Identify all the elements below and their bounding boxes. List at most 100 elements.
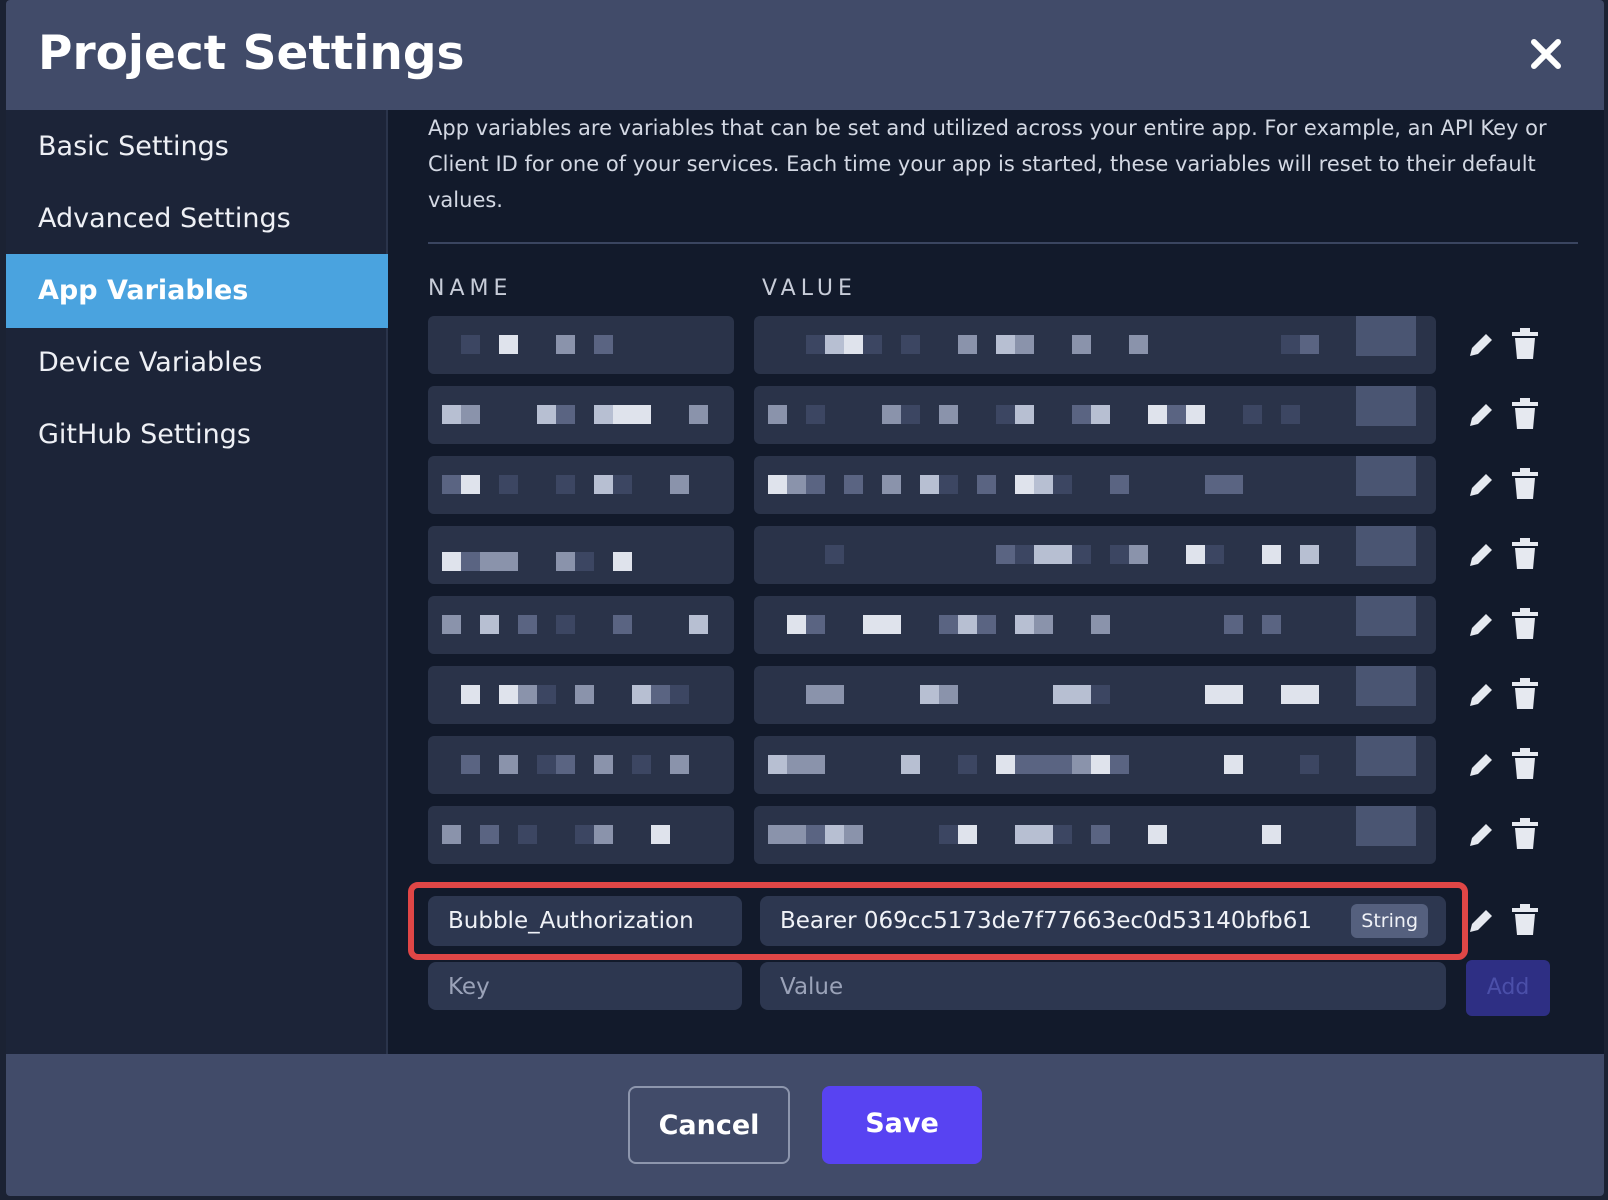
trash-icon (1512, 818, 1538, 849)
redaction-pixel (996, 545, 1015, 564)
redaction-pixel (863, 335, 882, 354)
redacted-type-badge (1356, 316, 1416, 356)
redaction-pixel (689, 405, 708, 424)
save-button[interactable]: Save (822, 1086, 982, 1164)
variable-value-field[interactable]: Bearer 069cc5173de7f77663ec0d53140bfb61 … (760, 896, 1446, 946)
sidebar-item-app-variables[interactable]: App Variables (6, 254, 388, 328)
delete-button[interactable] (1508, 902, 1542, 936)
redaction-pixel (442, 825, 461, 844)
redaction-pixel (958, 825, 977, 844)
redaction-pixel (499, 552, 518, 571)
redaction-pixel (1091, 615, 1110, 634)
delete-button[interactable] (1508, 396, 1542, 430)
close-icon (1531, 39, 1561, 69)
redaction-pixel (1205, 475, 1224, 494)
redaction-pixel (480, 552, 499, 571)
redaction-pixel (1034, 475, 1053, 494)
delete-button[interactable] (1508, 536, 1542, 570)
redacted-value (754, 666, 1436, 724)
edit-button[interactable] (1464, 468, 1498, 502)
redaction-pixel (1110, 545, 1129, 564)
edit-button[interactable] (1464, 398, 1498, 432)
redaction-pixel (594, 825, 613, 844)
redacted-value (754, 316, 1436, 374)
redaction-pixel (461, 475, 480, 494)
redaction-pixel (1148, 825, 1167, 844)
new-value-input[interactable]: Value (760, 962, 1446, 1010)
pencil-icon (1470, 754, 1492, 776)
variable-key-field[interactable]: Bubble_Authorization (428, 896, 742, 946)
redaction-pixel (787, 825, 806, 844)
redaction-pixel (901, 335, 920, 354)
edit-button[interactable] (1464, 748, 1498, 782)
redaction-pixel (806, 335, 825, 354)
redaction-pixel (1053, 825, 1072, 844)
edit-button[interactable] (1464, 328, 1498, 362)
sidebar-item-advanced-settings[interactable]: Advanced Settings (6, 182, 388, 256)
redaction-pixel (882, 615, 901, 634)
redaction-pixel (768, 825, 787, 844)
new-key-input[interactable]: Key (428, 962, 742, 1010)
close-button[interactable] (1526, 34, 1566, 74)
redacted-key (428, 596, 734, 654)
app-variables-panel: App variables are variables that can be … (390, 110, 1604, 1054)
variable-type-badge: String (1351, 904, 1428, 938)
redaction-pixel (1186, 545, 1205, 564)
redaction-pixel (537, 405, 556, 424)
redaction-pixel (1129, 545, 1148, 564)
delete-button[interactable] (1508, 676, 1542, 710)
trash-icon (1512, 748, 1538, 779)
pencil-icon (1470, 474, 1492, 496)
redaction-pixel (1262, 615, 1281, 634)
redaction-pixel (1224, 475, 1243, 494)
redaction-pixel (689, 615, 708, 634)
redaction-pixel (882, 405, 901, 424)
delete-button[interactable] (1508, 326, 1542, 360)
edit-button[interactable] (1464, 538, 1498, 572)
sidebar-item-basic-settings[interactable]: Basic Settings (6, 110, 388, 184)
edit-button[interactable] (1464, 608, 1498, 642)
redaction-pixel (1281, 685, 1300, 704)
redaction-pixel (1224, 685, 1243, 704)
add-variable-button[interactable]: Add (1466, 960, 1550, 1016)
redaction-pixel (1015, 755, 1034, 774)
redaction-pixel (1015, 335, 1034, 354)
edit-button[interactable] (1464, 818, 1498, 852)
redaction-pixel (768, 405, 787, 424)
redaction-pixel (594, 475, 613, 494)
name-column-header: NAME (428, 276, 513, 301)
redaction-pixel (461, 685, 480, 704)
redaction-pixel (556, 552, 575, 571)
trash-icon (1512, 538, 1538, 569)
sidebar-item-github-settings[interactable]: GitHub Settings (6, 398, 388, 472)
delete-button[interactable] (1508, 606, 1542, 640)
cancel-button[interactable]: Cancel (628, 1086, 790, 1164)
redaction-pixel (670, 685, 689, 704)
redaction-pixel (1015, 825, 1034, 844)
redaction-pixel (651, 685, 670, 704)
delete-button[interactable] (1508, 466, 1542, 500)
redaction-pixel (787, 615, 806, 634)
redacted-type-badge (1356, 806, 1416, 846)
redaction-pixel (1281, 405, 1300, 424)
redacted-key (428, 526, 734, 584)
redaction-pixel (958, 335, 977, 354)
pencil-icon (1470, 544, 1492, 566)
redaction-pixel (806, 475, 825, 494)
modal-footer: Cancel Save (6, 1054, 1604, 1196)
sidebar-item-device-variables[interactable]: Device Variables (6, 326, 388, 400)
redacted-type-badge (1356, 666, 1416, 706)
redaction-pixel (825, 825, 844, 844)
edit-button[interactable] (1464, 678, 1498, 712)
redacted-value (754, 456, 1436, 514)
redaction-pixel (920, 685, 939, 704)
delete-button[interactable] (1508, 746, 1542, 780)
redaction-pixel (575, 552, 594, 571)
delete-button[interactable] (1508, 816, 1542, 850)
redaction-pixel (1205, 685, 1224, 704)
redaction-pixel (1053, 545, 1072, 564)
redacted-value (754, 736, 1436, 794)
edit-button[interactable] (1464, 904, 1498, 938)
pencil-icon (1470, 614, 1492, 636)
redaction-pixel (806, 405, 825, 424)
